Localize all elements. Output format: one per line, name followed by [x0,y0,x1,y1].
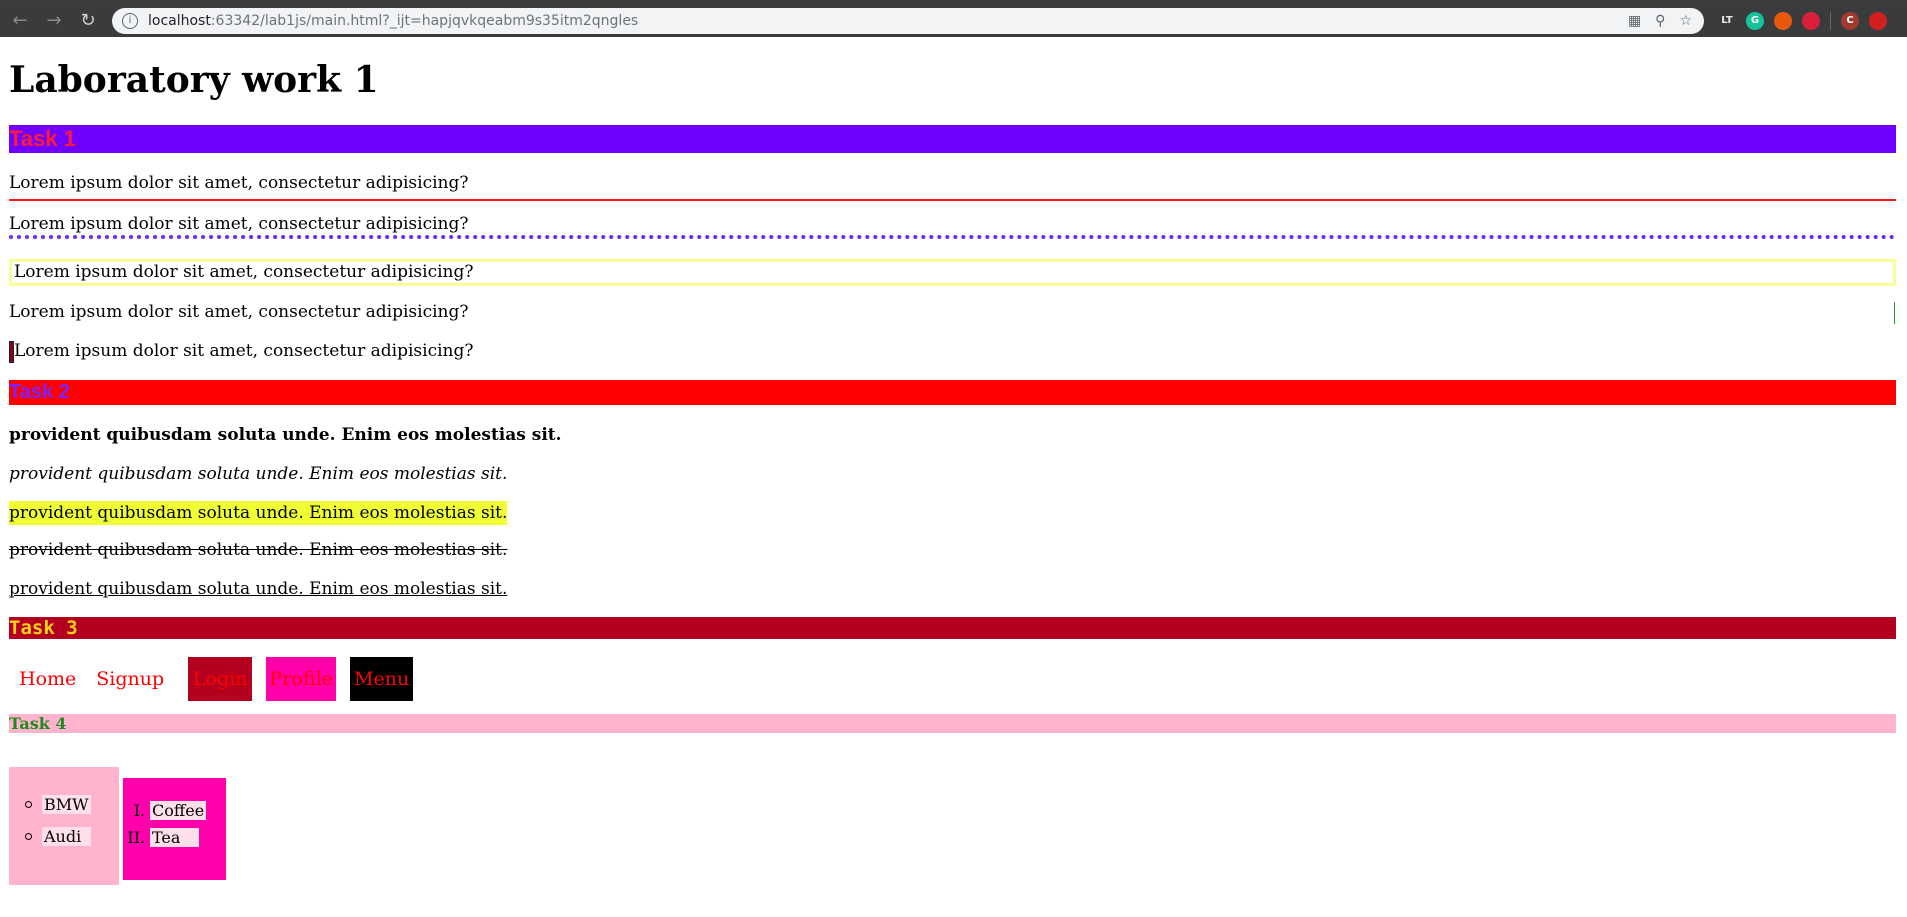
ordered-list: I. Coffee II. Tea [123,778,226,880]
circle-bullet-icon [25,801,32,808]
task2-underlined-line: provident quibusdam soluta unde. Enim eo… [9,579,508,599]
list-item-text: BMW [42,795,91,814]
nav-signup-link[interactable]: Signup [86,668,174,690]
task1-line-1: Lorem ipsum dolor sit amet, consectetur … [9,173,1896,201]
address-bar[interactable]: i localhost:63342/lab1js/main.html?_ijt=… [112,7,1704,34]
dotted-divider [9,235,1896,239]
profile-avatar-icon[interactable]: C [1841,11,1859,30]
forward-arrow-icon[interactable]: → [40,7,68,35]
page-content: Laboratory work 1 Task 1 Lorem ipsum dol… [0,37,1907,917]
address-url: localhost:63342/lab1js/main.html?_ijt=ha… [148,13,638,29]
nav-home-link[interactable]: Home [9,668,86,690]
grammarly-extension-icon[interactable]: G [1746,11,1764,30]
task1-line-3: Lorem ipsum dolor sit amet, consectetur … [9,259,1896,286]
list-marker: II. [127,828,145,847]
task4-heading: Task 4 [9,714,1896,733]
list-item-text: Tea [150,828,199,847]
list-item-text: Audi [42,827,91,846]
task2-highlighted-line: provident quibusdam soluta unde. Enim eo… [9,501,508,525]
reload-icon[interactable]: ↻ [74,7,102,35]
browser-toolbar: ← → ↻ i localhost:63342/lab1js/main.html… [0,4,1907,37]
list-item: I. Coffee [127,801,207,820]
zoom-icon[interactable]: ⚲ [1655,13,1665,29]
update-icon[interactable] [1869,11,1887,30]
list-item: BMW [25,795,91,814]
unordered-list: BMW Audi [9,767,119,885]
task2-bold-line: provident quibusdam soluta unde. Enim eo… [9,425,562,445]
task2-heading: Task 2 [9,380,1896,405]
task3-nav: Home Signup Login Profile Menu [9,657,414,701]
list-item: II. Tea [127,828,199,847]
url-path: :63342/lab1js/main.html?_ijt=hapjqvkqeab… [210,12,639,29]
toolbar-separator [1830,11,1831,30]
list-marker: I. [133,801,145,820]
url-host: localhost [148,12,211,29]
task1-line-5: Lorem ipsum dolor sit amet, consectetur … [14,341,474,361]
task2-strikethrough-line: provident quibusdam soluta unde. Enim eo… [9,540,508,560]
nav-menu-button[interactable]: Menu [350,657,414,701]
back-arrow-icon[interactable]: ← [6,7,34,35]
languagetool-extension-icon[interactable]: LT [1718,12,1736,30]
task2-italic-line: provident quibusdam soluta unde. Enim eo… [9,464,508,484]
site-info-icon[interactable]: i [122,12,138,29]
task1-line-4: Lorem ipsum dolor sit amet, consectetur … [9,302,469,322]
task3-heading: Task 3 [9,617,1896,639]
page-title: Laboratory work 1 [9,59,379,101]
list-item: Audi [25,827,91,846]
bookmark-star-icon[interactable]: ☆ [1679,13,1692,29]
orange-extension-icon[interactable] [1774,11,1792,30]
translate-icon[interactable]: ▦ [1628,13,1641,29]
task1-line-1-text: Lorem ipsum dolor sit amet, consectetur … [9,173,469,193]
task1-heading: Task 1 [9,125,1896,153]
task1-line-2: Lorem ipsum dolor sit amet, consectetur … [9,214,469,234]
nav-login-button[interactable]: Login [188,657,253,701]
circle-bullet-icon [25,833,32,840]
red-extension-icon[interactable] [1802,11,1820,30]
list-item-text: Coffee [150,801,207,820]
right-border-line [1894,302,1895,324]
nav-profile-button[interactable]: Profile [266,657,337,701]
